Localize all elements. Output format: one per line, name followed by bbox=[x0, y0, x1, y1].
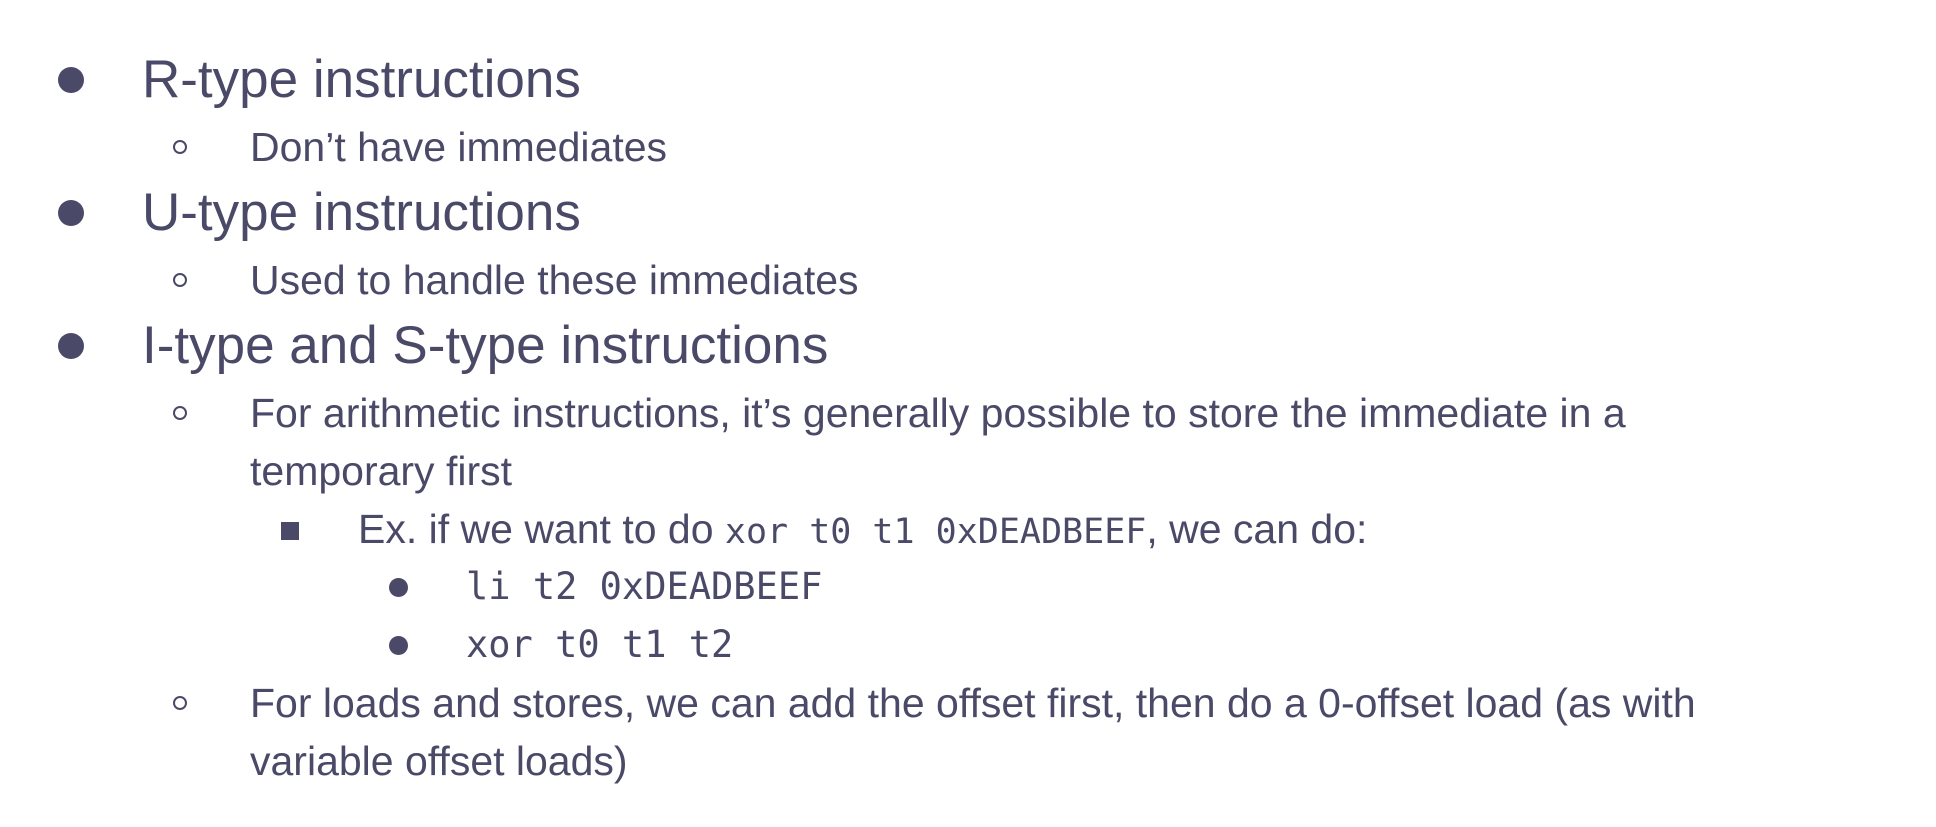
hollow-circle-bullet-icon bbox=[173, 406, 187, 420]
list-item: Ex. if we want to do xor t0 t1 0xDEADBEE… bbox=[0, 500, 1936, 558]
list-item: Used to handle these immediates bbox=[0, 251, 1936, 309]
hollow-circle-bullet-icon bbox=[173, 696, 187, 710]
example-prefix: Ex. if we want to do bbox=[358, 506, 725, 552]
list-item: For loads and stores, we can add the off… bbox=[0, 674, 1936, 790]
u-type-note: Used to handle these immediates bbox=[250, 257, 859, 303]
heading-r-type: R-type instructions bbox=[142, 50, 581, 109]
list-item: Don’t have immediates bbox=[0, 118, 1936, 176]
list-item: U-type instructions bbox=[0, 183, 1936, 243]
hollow-circle-bullet-icon bbox=[173, 140, 187, 154]
list-item: I-type and S-type instructions bbox=[0, 316, 1936, 376]
example-code: xor t0 t1 0xDEADBEEF bbox=[724, 512, 1147, 552]
filled-circle-bullet-icon bbox=[58, 333, 84, 359]
list-item: xor t0 t1 t2 bbox=[0, 616, 1936, 674]
arithmetic-note-line-1: For arithmetic instructions, it’s genera… bbox=[250, 390, 1626, 436]
list-item: R-type instructions bbox=[0, 50, 1936, 110]
loads-stores-note-line-1: For loads and stores, we can add the off… bbox=[250, 680, 1696, 726]
heading-u-type: U-type instructions bbox=[142, 183, 581, 242]
slide-content: R-type instructions Don’t have immediate… bbox=[0, 0, 1936, 827]
heading-i-s-type: I-type and S-type instructions bbox=[142, 316, 829, 375]
code-line-xor: xor t0 t1 t2 bbox=[466, 623, 734, 666]
filled-circle-bullet-icon bbox=[389, 636, 408, 655]
code-line-li: li t2 0xDEADBEEF bbox=[466, 565, 823, 608]
filled-circle-bullet-icon bbox=[58, 200, 84, 226]
example-line: Ex. if we want to do xor t0 t1 0xDEADBEE… bbox=[358, 500, 1367, 561]
hollow-circle-bullet-icon bbox=[173, 273, 187, 287]
r-type-note: Don’t have immediates bbox=[250, 124, 668, 170]
list-item: For arithmetic instructions, it’s genera… bbox=[0, 384, 1936, 500]
list-item: li t2 0xDEADBEEF bbox=[0, 558, 1936, 616]
filled-circle-bullet-icon bbox=[58, 67, 84, 93]
filled-circle-bullet-icon bbox=[389, 578, 408, 597]
arithmetic-note-line-2: temporary first bbox=[250, 448, 512, 494]
loads-stores-note-line-2: variable offset loads) bbox=[250, 738, 628, 784]
example-suffix: , we can do: bbox=[1146, 506, 1368, 552]
square-bullet-icon bbox=[281, 522, 299, 540]
